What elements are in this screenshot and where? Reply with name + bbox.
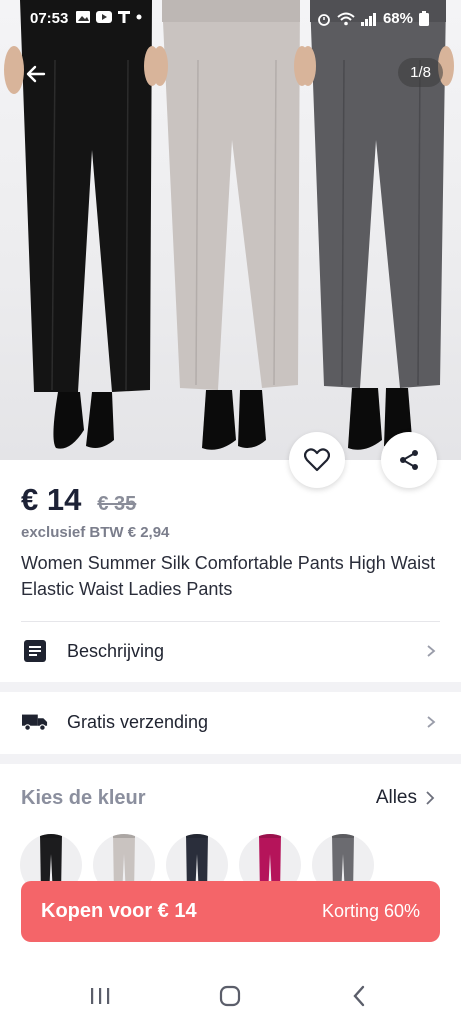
- recents-icon: [91, 988, 110, 1004]
- shipping-label: Gratis verzending: [67, 711, 209, 732]
- description-row[interactable]: Beschrijving: [0, 623, 461, 679]
- wifi-icon: [337, 12, 355, 25]
- discount-label: Korting 60%: [321, 901, 420, 921]
- product-title: Women Summer Silk Comfortable Pants High…: [21, 553, 436, 599]
- image-counter: 1/8: [398, 58, 443, 87]
- share-button[interactable]: [381, 432, 437, 488]
- battery-icon: [419, 11, 429, 26]
- pants-photo: [4, 0, 454, 450]
- heart-icon: [304, 448, 330, 472]
- section-separator: [0, 682, 461, 692]
- system-back-button[interactable]: [345, 982, 373, 1010]
- t-icon: [118, 11, 130, 23]
- notification-icons: [76, 11, 142, 23]
- home-button[interactable]: [216, 982, 244, 1010]
- alarm-icon: [318, 13, 330, 26]
- back-arrow-button[interactable]: [18, 56, 54, 92]
- back-arrow-icon: [26, 65, 46, 83]
- buy-button[interactable]: Kopen voor € 14 Korting 60%: [21, 881, 440, 942]
- chevron-right-icon: [427, 645, 436, 657]
- divider: [21, 621, 440, 622]
- shipping-row[interactable]: Gratis verzending: [0, 694, 461, 750]
- truck-icon: [22, 709, 48, 735]
- status-time: 07:53: [30, 10, 69, 27]
- view-all-colors-link[interactable]: Alles: [376, 787, 435, 809]
- share-icon: [400, 450, 418, 470]
- original-price: € 35: [97, 493, 137, 515]
- product-image[interactable]: [0, 0, 461, 460]
- dot-icon: [136, 14, 142, 20]
- signal-icon: [360, 12, 376, 26]
- battery-percent: 68%: [382, 10, 413, 27]
- view-all-label: Alles: [375, 787, 417, 808]
- description-label: Beschrijving: [67, 640, 165, 661]
- gallery-icon: [76, 11, 90, 23]
- home-icon: [219, 985, 241, 1007]
- current-price: € 14: [21, 482, 82, 517]
- vat-info: exclusief BTW € 2,94: [21, 524, 170, 541]
- color-section-title: Kies de kleur: [21, 787, 146, 809]
- favorite-button[interactable]: [289, 432, 345, 488]
- chevron-right-icon: [427, 716, 436, 728]
- price-row: € 14 € 35: [21, 482, 136, 518]
- status-right: 68%: [317, 10, 429, 27]
- section-separator: [0, 754, 461, 764]
- buy-label: Kopen voor € 14: [41, 900, 197, 922]
- recents-button[interactable]: [86, 982, 114, 1010]
- system-nav-bar: [0, 966, 461, 1024]
- status-bar: 07:53 68%: [0, 0, 461, 36]
- chevron-right-icon: [426, 791, 435, 805]
- back-icon: [353, 985, 365, 1007]
- description-icon: [22, 638, 48, 664]
- youtube-icon: [96, 11, 112, 23]
